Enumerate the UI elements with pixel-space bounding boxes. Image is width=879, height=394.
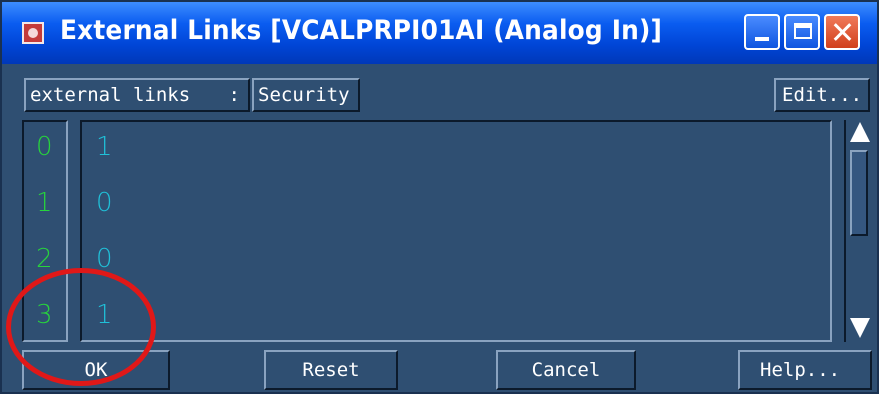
security-button[interactable]: Security	[252, 78, 360, 112]
title-bar[interactable]: External Links [VCALPRPI01AI (Analog In)…	[2, 2, 877, 64]
row-index: 3	[36, 300, 53, 330]
minimize-icon[interactable]	[744, 14, 780, 50]
vertical-scrollbar[interactable]	[844, 120, 872, 342]
option-menu-icon: :	[228, 84, 240, 106]
list-item[interactable]: 0	[96, 244, 113, 274]
scroll-up-arrow-icon[interactable]	[850, 122, 870, 142]
list-item[interactable]: 1	[96, 132, 113, 162]
links-type-select-value: external links	[30, 84, 191, 106]
help-button[interactable]: Help...	[738, 350, 872, 390]
links-type-select[interactable]: external links :	[24, 78, 250, 112]
ok-button[interactable]: OK	[22, 350, 170, 390]
external-links-window: External Links [VCALPRPI01AI (Analog In)…	[0, 0, 879, 394]
row-index: 1	[36, 188, 53, 218]
reset-button[interactable]: Reset	[264, 350, 398, 390]
edit-button[interactable]: Edit...	[774, 78, 870, 112]
list-item[interactable]: 0	[96, 188, 113, 218]
cancel-button[interactable]: Cancel	[496, 350, 636, 390]
list-item[interactable]: 1	[96, 300, 113, 330]
scroll-thumb[interactable]	[850, 150, 868, 236]
index-column: 0 1 2 3	[22, 120, 68, 342]
maximize-icon[interactable]	[784, 14, 820, 50]
app-icon[interactable]	[22, 22, 44, 44]
close-icon[interactable]	[824, 14, 860, 50]
row-index: 0	[36, 132, 53, 162]
scroll-down-arrow-icon[interactable]	[850, 318, 870, 338]
values-list[interactable]: 1 0 0 1	[80, 120, 832, 342]
window-title: External Links [VCALPRPI01AI (Analog In)…	[60, 15, 663, 46]
row-index: 2	[36, 244, 53, 274]
